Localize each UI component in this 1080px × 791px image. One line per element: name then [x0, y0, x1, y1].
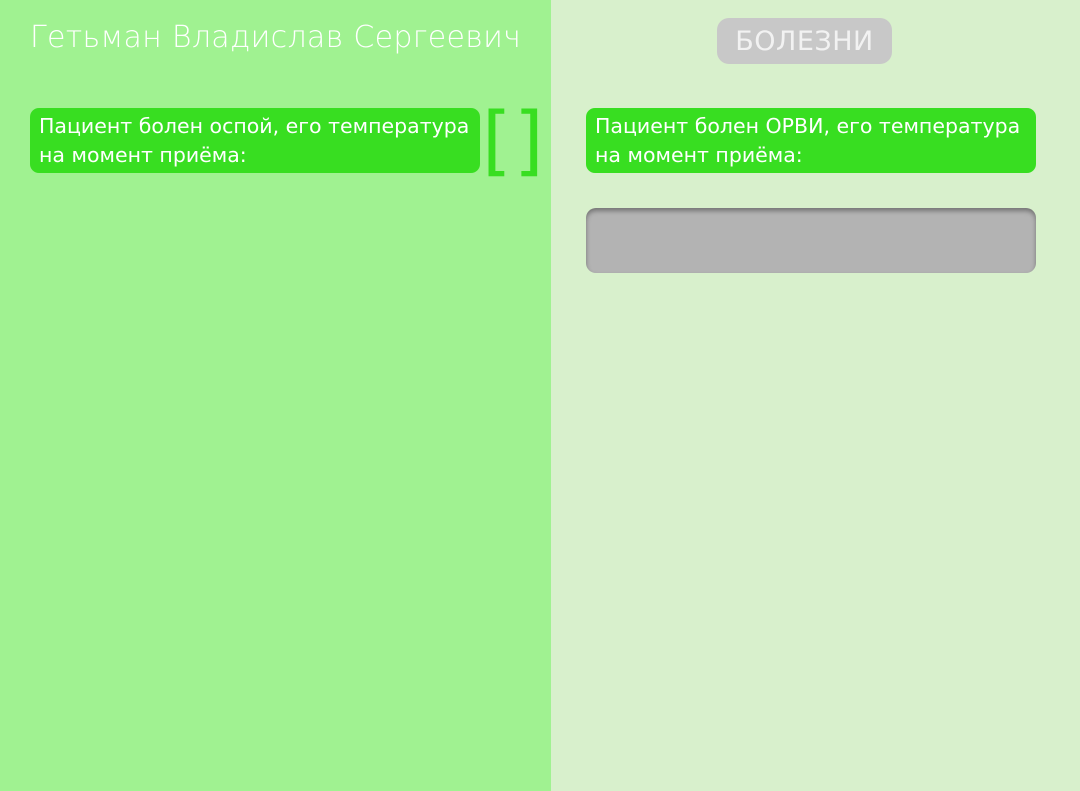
smallpox-temperature-card: Пациент болен оспой, его температура на …: [30, 108, 480, 173]
page: Гетьман Владислав Сергеевич Пациент боле…: [0, 0, 1080, 791]
open-bracket: [: [482, 95, 512, 184]
patient-name: Гетьман Владислав Сергеевич: [30, 20, 522, 55]
temperature-input[interactable]: [586, 208, 1036, 273]
left-panel: Гетьман Владислав Сергеевич Пациент боле…: [0, 0, 551, 791]
diseases-tab-button[interactable]: БОЛЕЗНИ: [717, 18, 892, 64]
close-bracket: ]: [514, 95, 544, 184]
arvi-temperature-card: Пациент болен ОРВИ, его температура на м…: [586, 108, 1036, 173]
